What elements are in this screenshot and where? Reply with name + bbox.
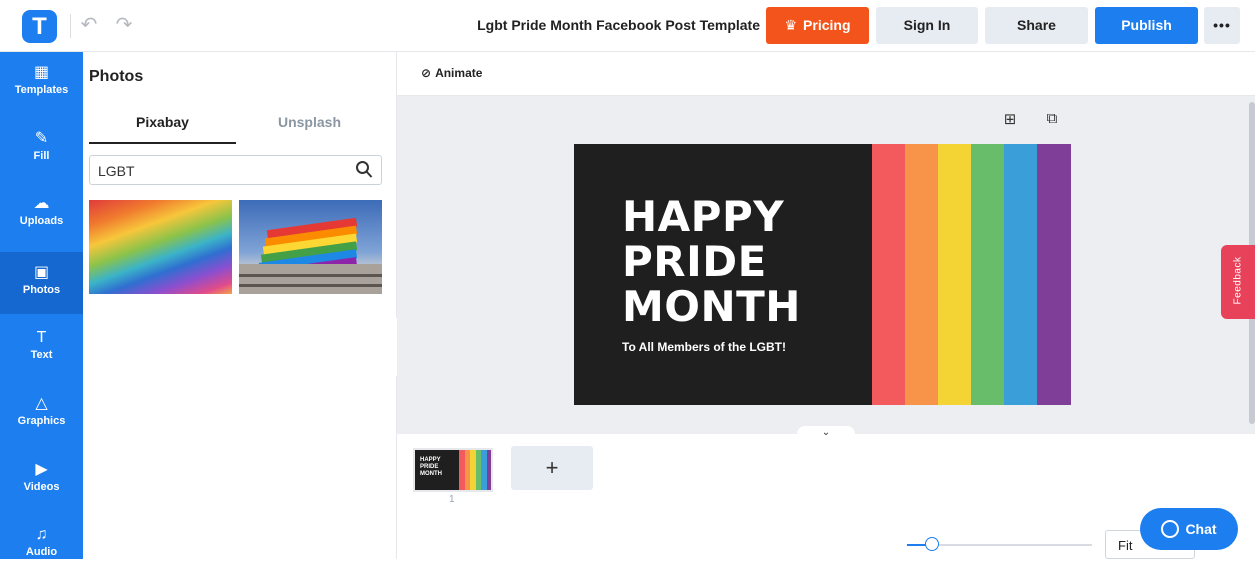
tab-unsplash[interactable]: Unsplash [236, 114, 383, 142]
thumbnail-line: HAPPY [420, 457, 441, 463]
sidebar-item-label: Uploads [19, 215, 64, 227]
app-logo[interactable]: T [22, 10, 57, 43]
pricing-label: Pricing [803, 17, 851, 33]
thumbnail-line: PRIDE [420, 464, 439, 470]
document-title[interactable]: Lgbt Pride Month Facebook Post Template [460, 17, 760, 33]
divider [70, 14, 71, 38]
animate-label: Animate [435, 66, 483, 80]
add-page-icon[interactable]: ⊞ [1001, 110, 1019, 128]
sidebar-item-label: Videos [23, 481, 60, 493]
photo-result-pride-flag[interactable] [239, 200, 382, 294]
thumbnail-line: MONTH [420, 471, 442, 477]
share-button[interactable]: Share [985, 7, 1088, 44]
building [239, 264, 382, 294]
sidebar-item-fill[interactable]: ✎ Fill [0, 118, 83, 180]
sidebar: ▦ Templates ✎ Fill ☁ Uploads ▣ Photos T … [0, 52, 83, 559]
design-canvas[interactable]: HAPPY PRIDE MONTH To All Members of the … [574, 144, 1071, 405]
building-windows [239, 284, 382, 287]
pricing-button[interactable]: ♛ Pricing [766, 7, 869, 44]
sidebar-item-text[interactable]: T Text [0, 317, 83, 379]
editor-toolbar: ⊘ Animate [397, 52, 1255, 96]
chat-button[interactable]: Chat [1140, 508, 1238, 550]
pencil-icon: ✎ [34, 130, 49, 147]
headline-line: MONTH [622, 282, 801, 331]
tab-pixabay[interactable]: Pixabay [89, 114, 236, 144]
play-icon: ▶ [35, 461, 48, 478]
animate-button[interactable]: ⊘ Animate [421, 66, 482, 80]
headline[interactable]: HAPPY PRIDE MONTH [622, 194, 862, 329]
publish-button[interactable]: Publish [1095, 7, 1198, 44]
rainbow-stripe [1037, 144, 1071, 405]
search-input[interactable] [98, 161, 338, 181]
redo-icon[interactable]: ↷ [113, 12, 135, 38]
sidebar-item-uploads[interactable]: ☁ Uploads [0, 183, 83, 245]
photos-panel: Photos Pixabay Unsplash [83, 52, 397, 559]
cloud-upload-icon: ☁ [33, 195, 50, 212]
photo-result-rainbow-waves[interactable] [89, 200, 232, 294]
chat-icon [1161, 520, 1180, 538]
sidebar-item-label: Fill [33, 150, 50, 162]
sidebar-item-graphics[interactable]: △ Graphics [0, 383, 83, 445]
chat-label: Chat [1185, 521, 1217, 537]
panel-title: Photos [89, 68, 144, 85]
feedback-tab[interactable]: Feedback [1221, 245, 1255, 319]
sidebar-item-videos[interactable]: ▶ Videos [0, 449, 83, 511]
templates-icon: ▦ [33, 64, 50, 81]
sidebar-item-label: Photos [22, 284, 61, 296]
rainbow-stripe [938, 144, 971, 405]
image-icon: ▣ [33, 264, 50, 281]
feedback-label: Feedback [1232, 256, 1244, 305]
animate-icon: ⊘ [421, 66, 432, 80]
sidebar-item-templates[interactable]: ▦ Templates [0, 52, 83, 114]
chevron-down-icon[interactable]: ⌄ [797, 426, 855, 440]
thumbnail-stripe [486, 450, 491, 490]
shapes-icon: △ [35, 395, 48, 412]
sidebar-item-audio[interactable]: ♫ Audio [0, 514, 83, 576]
text-icon: T [36, 329, 47, 346]
building-windows [239, 274, 382, 277]
rainbow-stripe [971, 144, 1004, 405]
sidebar-item-label: Graphics [17, 415, 66, 427]
rainbow-stripe [872, 144, 905, 405]
page-thumbnail[interactable]: HAPPY PRIDE MONTH [413, 448, 493, 492]
headline-line: HAPPY [622, 192, 785, 241]
zoom-slider-handle[interactable] [925, 537, 939, 551]
headline-line: PRIDE [622, 237, 767, 286]
music-icon: ♫ [35, 526, 48, 543]
top-bar: T ↶ ↷ Lgbt Pride Month Facebook Post Tem… [0, 0, 1255, 52]
search-icon[interactable] [355, 160, 373, 180]
add-page-button[interactable]: + [511, 446, 593, 490]
page-number: 1 [449, 494, 455, 505]
sidebar-item-photos[interactable]: ▣ Photos [0, 252, 83, 314]
rainbow-stripe [1004, 144, 1037, 405]
sidebar-item-label: Templates [14, 84, 69, 96]
pages-strip: ⌄ HAPPY PRIDE MONTH 1 + Fit ▭ [397, 426, 1255, 559]
sign-in-button[interactable]: Sign In [876, 7, 978, 44]
sidebar-item-label: Audio [25, 546, 58, 558]
crown-icon: ♛ [784, 17, 798, 33]
duplicate-page-icon[interactable]: ⧉ [1043, 110, 1061, 127]
thumbnail-text: HAPPY PRIDE MONTH [420, 457, 442, 478]
sidebar-item-label: Text [30, 349, 53, 361]
rainbow-stripe [905, 144, 938, 405]
undo-icon[interactable]: ↶ [78, 12, 100, 38]
photo-search [89, 155, 382, 185]
more-options-button[interactable]: ••• [1204, 7, 1240, 44]
tagline[interactable]: To All Members of the LGBT! [622, 340, 786, 354]
